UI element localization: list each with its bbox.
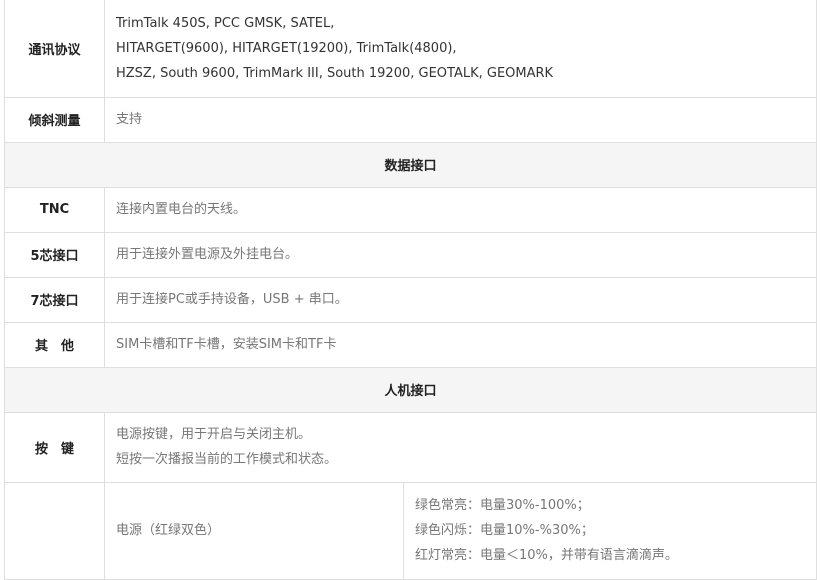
section-header-hmi: 人机接口 — [3, 366, 818, 413]
table-row-protocol: 通讯协议 TrimTalk 450S, PCC GMSK, SATEL, HIT… — [4, 0, 818, 98]
table-row-keys: 按 键 电源按键，用于开启与关闭主机。 短按一次播报当前的工作模式和状态。 — [4, 411, 818, 483]
table-row-power-led: 电源（红绿双色） 绿色常亮：电量30%-100%； 绿色闪烁：电量10%-%30… — [4, 481, 818, 580]
table-row-tilt: 倾斜测量 支持 — [4, 96, 818, 143]
tnc-value: 连接内置电台的天线。 — [103, 186, 818, 233]
keys-line: 电源按键，用于开启与关闭主机。 — [116, 427, 312, 442]
power-led-states: 绿色常亮：电量30%-100%； 绿色闪烁：电量10%-%30%； 红灯常亮：电… — [402, 481, 818, 580]
row-label-7pin: 7芯接口 — [4, 276, 105, 323]
protocol-value: TrimTalk 450S, PCC GMSK, SATEL, HITARGET… — [103, 0, 818, 98]
row-label-5pin: 5芯接口 — [4, 231, 105, 278]
power-led-state: 红灯常亮：电量＜10%，并带有语言滴滴声。 — [415, 548, 678, 563]
table-row-other: 其 他 SIM卡槽和TF卡槽，安装SIM卡和TF卡 — [4, 321, 818, 368]
row-label-tnc: TNC — [4, 186, 105, 233]
7pin-value: 用于连接PC或手持设备，USB + 串口。 — [103, 276, 818, 323]
keys-value: 电源按键，用于开启与关闭主机。 短按一次播报当前的工作模式和状态。 — [103, 411, 818, 483]
section-header-data-interface: 数据接口 — [3, 141, 818, 188]
other-value: SIM卡槽和TF卡槽，安装SIM卡和TF卡 — [103, 321, 818, 368]
row-label-indicator — [4, 481, 105, 580]
power-led-name: 电源（红绿双色） — [104, 481, 404, 580]
table-row-5pin: 5芯接口 用于连接外置电源及外挂电台。 — [4, 231, 818, 278]
5pin-value: 用于连接外置电源及外挂电台。 — [103, 231, 818, 278]
power-led-state: 绿色闪烁：电量10%-%30%； — [415, 523, 594, 538]
section-title-data-interface: 数据接口 — [3, 141, 818, 188]
row-label-keys: 按 键 — [4, 411, 105, 483]
section-title-hmi: 人机接口 — [3, 366, 818, 413]
row-label-protocol: 通讯协议 — [4, 0, 105, 98]
keys-line: 短按一次播报当前的工作模式和状态。 — [116, 452, 338, 467]
spec-table: 通讯协议 TrimTalk 450S, PCC GMSK, SATEL, HIT… — [3, 0, 818, 580]
protocol-line: HZSZ, South 9600, TrimMark III, South 19… — [116, 65, 554, 81]
tilt-value: 支持 — [103, 96, 818, 143]
protocol-line: TrimTalk 450S, PCC GMSK, SATEL, — [116, 15, 335, 31]
protocol-line: HITARGET(9600), HITARGET(19200), TrimTal… — [116, 40, 457, 56]
row-label-other: 其 他 — [4, 321, 105, 368]
table-row-7pin: 7芯接口 用于连接PC或手持设备，USB + 串口。 — [4, 276, 818, 323]
power-led-state: 绿色常亮：电量30%-100%； — [415, 498, 590, 513]
row-label-tilt: 倾斜测量 — [4, 96, 105, 143]
table-row-tnc: TNC 连接内置电台的天线。 — [4, 186, 818, 233]
